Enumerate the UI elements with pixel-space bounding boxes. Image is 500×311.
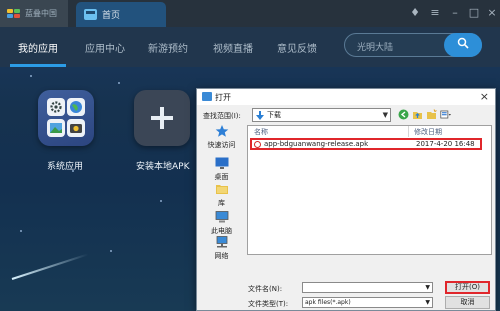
nav-active-underline xyxy=(10,64,66,67)
place-network-label: 网络 xyxy=(214,252,229,260)
place-quick-access[interactable]: 快速访问 xyxy=(200,125,243,150)
file-name-label: 文件名(N): xyxy=(248,285,283,293)
plus-icon xyxy=(151,107,173,129)
places-bar: 快速访问 桌面 库 此电脑 网络 xyxy=(200,125,243,285)
star xyxy=(110,250,112,252)
star xyxy=(160,200,162,202)
download-folder-icon xyxy=(256,111,264,120)
up-folder-icon[interactable] xyxy=(412,109,423,120)
account-icon[interactable]: ♦ xyxy=(408,6,422,20)
open-button[interactable]: 打开(O) xyxy=(445,281,490,294)
tab-app[interactable]: 蓝叠中国 xyxy=(0,0,68,27)
search-box[interactable]: 光明大陆 xyxy=(344,33,482,57)
place-desktop-label: 桌面 xyxy=(214,173,229,181)
file-name-input[interactable]: ▼ xyxy=(302,282,433,293)
install-apk-tile[interactable] xyxy=(134,90,190,146)
column-divider xyxy=(408,126,409,137)
apk-file-icon xyxy=(254,141,261,148)
gear-icon xyxy=(47,98,65,116)
place-this-pc[interactable]: 此电脑 xyxy=(200,211,243,236)
tab-home-label: 首页 xyxy=(102,11,121,21)
open-file-dialog: 打开 × 查找范围(I): 下载 ▼ 快速访问 桌面 库 此电脑 网络 名称 修… xyxy=(196,88,496,311)
title-bar: 蓝叠中国 首页 ♦ ≡ – □ × xyxy=(0,0,500,27)
back-icon[interactable] xyxy=(398,109,409,120)
emulator-window: 蓝叠中国 首页 ♦ ≡ – □ × 我的应用 应用中心 新游预约 视频直播 意见… xyxy=(0,0,500,311)
desktop-icon xyxy=(215,157,228,169)
file-type-value: apk files(*.apk) xyxy=(305,299,351,306)
system-apps-label: 系统应用 xyxy=(47,162,84,172)
search-button[interactable] xyxy=(444,33,482,57)
install-apk-label: 安装本地APK xyxy=(136,162,190,172)
star-icon xyxy=(215,125,228,137)
nav-my-apps[interactable]: 我的应用 xyxy=(18,40,58,55)
menu-icon[interactable]: ≡ xyxy=(428,6,442,20)
look-in-label: 查找范围(I): xyxy=(203,112,241,120)
column-header-name[interactable]: 名称 xyxy=(254,127,268,137)
tab-home[interactable]: 首页 xyxy=(76,2,166,27)
star xyxy=(30,75,32,77)
dialog-title: 打开 xyxy=(215,93,231,102)
search-input[interactable]: 光明大陆 xyxy=(357,40,393,53)
place-library-label: 库 xyxy=(218,199,225,207)
file-modified-date: 2017-4-20 16:48 xyxy=(416,140,475,148)
column-header-modified[interactable]: 修改日期 xyxy=(414,127,442,137)
dialog-titlebar: 打开 × xyxy=(197,89,495,105)
file-type-select[interactable]: apk files(*.apk) ▼ xyxy=(302,297,433,308)
comet-decoration xyxy=(11,253,89,280)
app-logo-icon xyxy=(7,8,21,19)
system-apps-tile[interactable] xyxy=(38,90,94,146)
chevron-down-icon: ▼ xyxy=(425,284,430,291)
dialog-app-icon xyxy=(202,92,212,101)
place-quick-access-label: 快速访问 xyxy=(207,141,236,149)
star xyxy=(118,82,120,84)
place-library[interactable]: 库 xyxy=(200,183,243,208)
cancel-button[interactable]: 取消 xyxy=(445,296,490,309)
tab-app-label: 蓝叠中国 xyxy=(25,9,57,18)
view-menu-icon[interactable] xyxy=(440,109,451,120)
place-desktop[interactable]: 桌面 xyxy=(200,157,243,182)
nav-live-video[interactable]: 视频直播 xyxy=(213,40,253,55)
maximize-icon[interactable]: □ xyxy=(467,6,481,20)
star xyxy=(20,230,22,232)
chevron-down-icon: ▼ xyxy=(425,299,430,306)
new-folder-icon[interactable] xyxy=(426,109,437,120)
close-icon[interactable]: × xyxy=(485,6,499,20)
look-in-select[interactable]: 下载 ▼ xyxy=(252,108,391,122)
dialog-close-icon[interactable]: × xyxy=(480,90,489,103)
nav-game-reservation[interactable]: 新游预约 xyxy=(148,40,188,55)
minimize-icon[interactable]: – xyxy=(448,6,462,20)
gallery-icon xyxy=(47,119,65,137)
network-icon xyxy=(216,236,227,248)
computer-icon xyxy=(215,211,228,223)
file-name: app-bdguanwang-release.apk xyxy=(264,140,369,148)
chevron-down-icon: ▼ xyxy=(382,111,388,119)
place-network[interactable]: 网络 xyxy=(200,236,243,261)
file-type-label: 文件类型(T): xyxy=(248,300,289,308)
file-row[interactable]: app-bdguanwang-release.apk 2017-4-20 16:… xyxy=(250,138,482,150)
nav-feedback[interactable]: 意见反馈 xyxy=(277,40,317,55)
place-this-pc-label: 此电脑 xyxy=(211,227,232,235)
search-icon xyxy=(457,37,469,49)
look-in-value: 下载 xyxy=(267,111,281,119)
globe-icon xyxy=(67,98,85,116)
file-list: 名称 修改日期 app-bdguanwang-release.apk 2017-… xyxy=(247,125,492,255)
home-icon xyxy=(84,9,97,20)
camera-icon xyxy=(67,119,85,137)
nav-app-center[interactable]: 应用中心 xyxy=(85,40,125,55)
library-icon xyxy=(215,185,228,194)
